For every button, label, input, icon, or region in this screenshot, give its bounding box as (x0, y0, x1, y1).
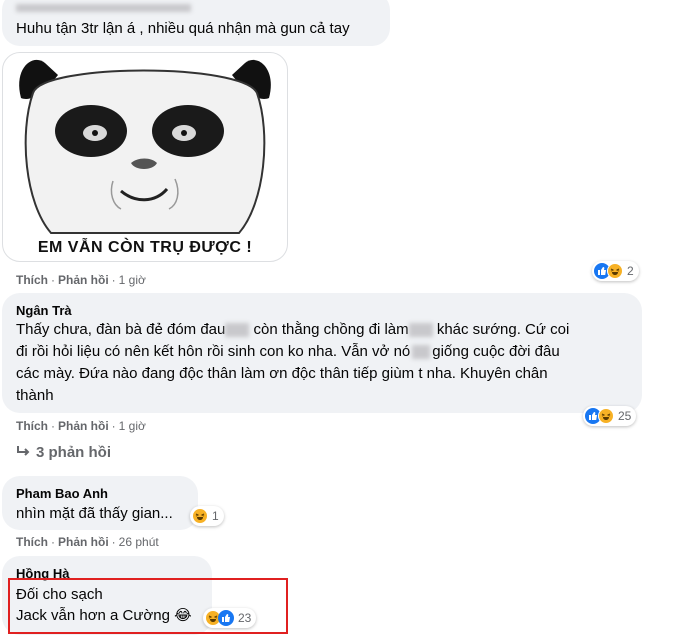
timestamp[interactable]: 26 phút (119, 535, 159, 549)
comment-text-line-4: thành (16, 387, 54, 404)
timestamp[interactable]: 1 giờ (119, 273, 146, 287)
reaction-summary-1[interactable]: 2 (592, 261, 639, 281)
panda-meme-image (19, 59, 271, 234)
haha-reaction-icon (192, 508, 208, 524)
like-link[interactable]: Thích (16, 419, 48, 433)
panda-sticker[interactable]: EM VẪN CÒN TRỤ ĐƯỢC ! (2, 52, 288, 262)
reply-link[interactable]: Phản hồi (58, 535, 109, 549)
reaction-count: 2 (627, 264, 634, 278)
comment-text: nhìn mặt đã thấy gian... (16, 505, 173, 522)
sticker-caption: EM VẪN CÒN TRỤ ĐƯỢC ! (37, 239, 253, 256)
like-link[interactable]: Thích (16, 535, 48, 549)
blurred-word (412, 345, 431, 360)
comment-actions-3: Thích · Phản hồi · 26 phút (16, 535, 159, 549)
comment-bubble-3: Pham Bao Anh nhìn mặt đã thấy gian... (2, 476, 198, 530)
blurred-word (225, 323, 250, 338)
comment-text-line-2: đi rồi hỏi liệu có nên kết hôn rồi sinh … (16, 343, 560, 360)
timestamp[interactable]: 1 giờ (119, 419, 146, 433)
comment-author[interactable]: Pham Bao Anh (16, 486, 108, 501)
blurred-author-name (16, 4, 191, 12)
comment-bubble-1: Huhu tận 3tr lận á , nhiều quá nhận mà g… (2, 0, 390, 46)
highlight-box (8, 578, 288, 634)
comment-text-line-3: các mày. Đứa nào đang độc thân làm ơn độ… (16, 365, 548, 382)
comment-actions-1: Thích · Phản hồi · 1 giờ (16, 273, 146, 287)
comment-actions-2: Thích · Phản hồi · 1 giờ (16, 419, 146, 433)
reaction-summary-2[interactable]: 25 (583, 406, 637, 426)
view-replies-toggle[interactable]: 3 phản hồi (16, 444, 111, 461)
reaction-summary-3[interactable]: 1 (190, 506, 224, 526)
like-link[interactable]: Thích (16, 273, 48, 287)
reaction-count: 1 (212, 509, 219, 523)
reaction-count: 25 (618, 409, 632, 423)
reply-arrow-icon (16, 444, 30, 461)
haha-reaction-icon (598, 408, 614, 424)
comment-text: Huhu tận 3tr lận á , nhiều quá nhận mà g… (16, 20, 350, 37)
blurred-word (408, 323, 433, 338)
reply-link[interactable]: Phản hồi (58, 273, 109, 287)
haha-reaction-icon (607, 263, 623, 279)
comment-text-line-1: Thấy chưa, đàn bà đẻ đóm đau còn thằng c… (16, 321, 570, 338)
reply-link[interactable]: Phản hồi (58, 419, 109, 433)
comment-bubble-2: Ngân Trà Thấy chưa, đàn bà đẻ đóm đau cò… (2, 293, 642, 413)
comment-author[interactable]: Ngân Trà (16, 303, 72, 318)
